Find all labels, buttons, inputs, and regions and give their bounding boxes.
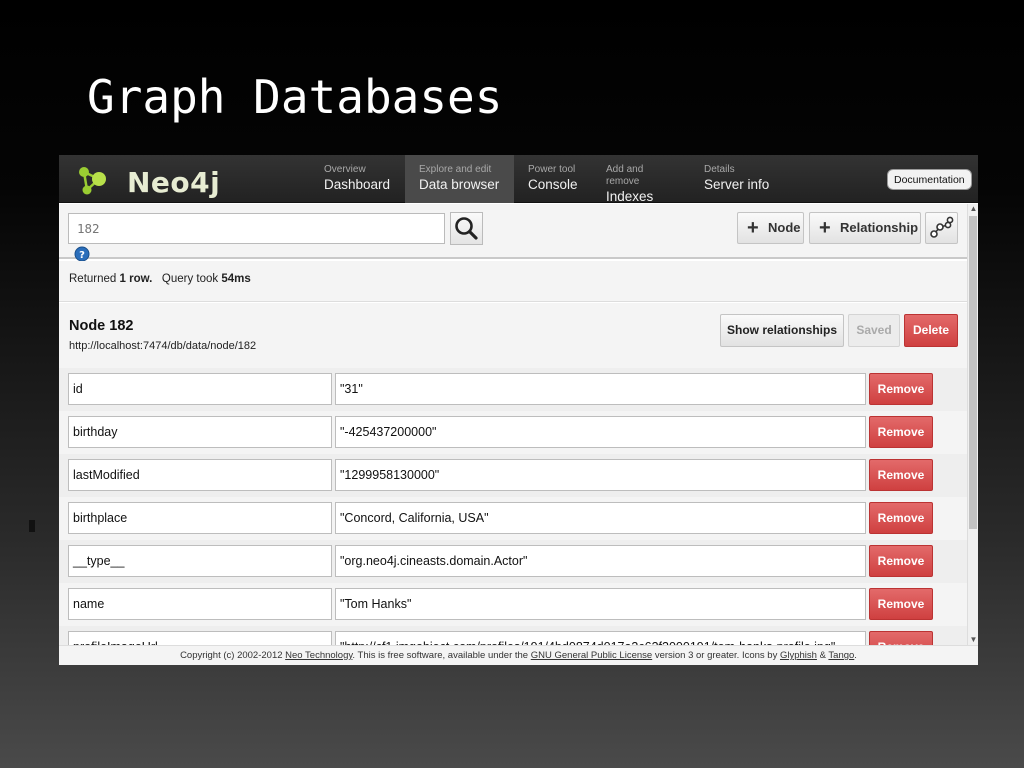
footer-end: . (854, 650, 857, 661)
property-value-field[interactable]: "1299958130000" (335, 459, 866, 491)
property-key-field[interactable]: birthday (68, 416, 332, 448)
plus-icon: + (819, 217, 831, 239)
glyphish-link[interactable]: Glyphish (780, 650, 817, 661)
property-key-field[interactable]: name (68, 588, 332, 620)
query-result-summary: Returned 1 row. Query took 54ms (59, 261, 967, 302)
footer-ampersand: & (819, 650, 826, 661)
property-value-field[interactable]: "-425437200000" (335, 416, 866, 448)
graph-view-button[interactable] (925, 212, 958, 244)
nav-label: Console (528, 177, 578, 192)
nav-sub-label: Add and remove (606, 164, 644, 187)
neo-technology-link[interactable]: Neo Technology (285, 650, 352, 661)
nav-dashboard[interactable]: Overview Dashboard (310, 155, 402, 203)
footer-icons-text: version 3 or greater. Icons by (654, 650, 778, 661)
scroll-down-arrow-icon[interactable]: ▼ (968, 635, 978, 645)
neo4j-logo-icon (79, 167, 106, 195)
scroll-up-arrow-icon[interactable]: ▲ (968, 204, 978, 214)
neo4j-logo[interactable]: Neo4j (75, 162, 225, 199)
search-input[interactable]: 182 (68, 213, 445, 244)
query-time: 54ms (221, 273, 251, 285)
nav-sub-label: Explore and edit (419, 164, 492, 175)
logo-text: Neo4j (127, 166, 221, 199)
search-icon (455, 217, 478, 240)
saved-button[interactable]: Saved (848, 314, 900, 347)
documentation-button[interactable]: Documentation (887, 169, 972, 190)
show-relationships-button[interactable]: Show relationships (720, 314, 844, 347)
search-button[interactable] (450, 212, 483, 245)
add-relationship-label: Relationship (840, 220, 919, 235)
add-relationship-button[interactable]: + Relationship (809, 212, 921, 244)
svg-text:?: ? (79, 250, 85, 261)
top-navigation-bar: Neo4j Overview Dashboard Explore and edi… (59, 155, 978, 204)
footer-copyright: Copyright (c) 2002-2012 (180, 650, 283, 661)
vertical-scrollbar[interactable]: ▲ ▼ (967, 204, 978, 645)
remove-property-button[interactable]: Remove (869, 459, 933, 491)
tango-link[interactable]: Tango (828, 650, 854, 661)
add-node-label: Node (768, 220, 801, 235)
property-key-field[interactable]: id (68, 373, 332, 405)
property-value-field[interactable]: "31" (335, 373, 866, 405)
property-row: __type__ "org.neo4j.cineasts.domain.Acto… (59, 540, 967, 583)
property-value-field[interactable]: "Concord, California, USA" (335, 502, 866, 534)
nav-sub-label: Details (704, 164, 735, 175)
nav-label: Dashboard (324, 177, 391, 192)
property-key-field[interactable]: lastModified (68, 459, 332, 491)
node-title: Node 182 (69, 318, 134, 334)
nav-sub-label: Power tool (528, 164, 576, 175)
property-value-field[interactable]: "org.neo4j.cineasts.domain.Actor" (335, 545, 866, 577)
property-row: name "Tom Hanks" Remove (59, 583, 967, 626)
scroll-thumb[interactable] (969, 216, 977, 529)
add-node-button[interactable]: + Node (737, 212, 804, 244)
property-key-field[interactable]: __type__ (68, 545, 332, 577)
property-value-field[interactable]: "Tom Hanks" (335, 588, 866, 620)
help-icon[interactable]: ? (74, 246, 90, 262)
property-row: id "31" Remove (59, 368, 967, 411)
nav-console[interactable]: Power tool Console (514, 155, 592, 203)
nav-label: Data browser (419, 177, 500, 192)
neo4j-web-admin: Neo4j Overview Dashboard Explore and edi… (59, 155, 978, 665)
footer: Copyright (c) 2002-2012 Neo Technology. … (59, 645, 978, 665)
slide-bullet-dot (29, 520, 35, 532)
footer-license-text: . This is free software, available under… (352, 650, 529, 661)
nav-indexes[interactable]: Add and remove Indexes (592, 155, 688, 204)
plus-icon: + (747, 217, 759, 239)
nav-label: Server info (704, 177, 770, 192)
property-row: birthday "-425437200000" Remove (59, 411, 967, 454)
node-details-panel: Node 182 http://localhost:7474/db/data/n… (59, 303, 967, 665)
nav-sub-label: Overview (324, 164, 366, 175)
remove-property-button[interactable]: Remove (869, 373, 933, 405)
remove-property-button[interactable]: Remove (869, 416, 933, 448)
search-bar: 182 ? + Node + Relationship (59, 204, 967, 262)
nav-server-info[interactable]: Details Server info (690, 155, 786, 203)
returned-prefix: Returned (69, 273, 117, 285)
nav-data-browser[interactable]: Explore and edit Data browser (405, 155, 514, 203)
remove-property-button[interactable]: Remove (869, 588, 933, 620)
remove-property-button[interactable]: Remove (869, 502, 933, 534)
remove-property-button[interactable]: Remove (869, 545, 933, 577)
property-row: birthplace "Concord, California, USA" Re… (59, 497, 967, 540)
graph-view-icon (930, 216, 954, 238)
gpl-link[interactable]: GNU General Public License (531, 650, 652, 661)
delete-node-button[interactable]: Delete (904, 314, 958, 347)
slide-title: Graph Databases (87, 70, 503, 124)
property-row: lastModified "1299958130000" Remove (59, 454, 967, 497)
returned-count: 1 row. (119, 273, 153, 285)
node-url: http://localhost:7474/db/data/node/182 (69, 340, 257, 352)
query-time-prefix: Query took (161, 273, 219, 285)
property-key-field[interactable]: birthplace (68, 502, 332, 534)
